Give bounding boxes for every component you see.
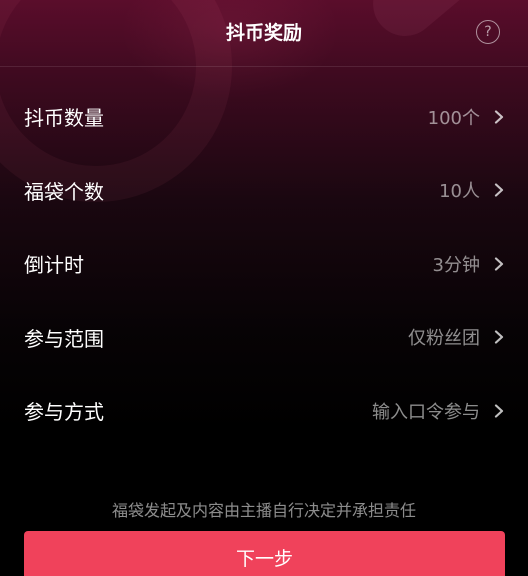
setting-value: 3分钟: [432, 254, 480, 276]
setting-row-scope[interactable]: 参与范围 仅粉丝团: [0, 301, 528, 375]
chevron-right-icon: [494, 330, 504, 344]
settings-list: 抖币数量 100个 福袋个数 10人 倒计时 3分钟 参与范围 仅粉丝团 参与方…: [0, 67, 528, 448]
chevron-right-icon: [494, 183, 504, 197]
next-button[interactable]: 下一步: [24, 531, 505, 576]
setting-label: 参与方式: [24, 400, 104, 425]
setting-label: 福袋个数: [24, 179, 104, 204]
page-title: 抖币奖励: [225, 22, 302, 44]
chevron-right-icon: [494, 404, 504, 418]
setting-row-method[interactable]: 参与方式 输入口令参与: [0, 374, 528, 448]
chevron-right-icon: [494, 110, 504, 124]
setting-label: 倒计时: [24, 253, 84, 278]
reward-settings-screen: 抖币奖励 ? 抖币数量 100个 福袋个数 10人 倒计时 3分钟 参与范围 仅…: [0, 0, 528, 576]
help-icon[interactable]: ?: [476, 20, 500, 44]
header: 抖币奖励 ?: [0, 0, 528, 67]
setting-row-bag-count[interactable]: 福袋个数 10人: [0, 154, 528, 228]
setting-value: 10人: [439, 181, 480, 203]
setting-value: 仅粉丝团: [408, 328, 480, 350]
setting-row-countdown[interactable]: 倒计时 3分钟: [0, 227, 528, 301]
chevron-right-icon: [494, 257, 504, 271]
disclaimer-text: 福袋发起及内容由主播自行决定并承担责任: [111, 501, 416, 520]
setting-value: 输入口令参与: [372, 401, 480, 423]
setting-row-coin-amount[interactable]: 抖币数量 100个: [0, 80, 528, 154]
setting-value: 100个: [427, 107, 480, 129]
setting-label: 抖币数量: [24, 106, 104, 131]
setting-label: 参与范围: [24, 326, 104, 351]
